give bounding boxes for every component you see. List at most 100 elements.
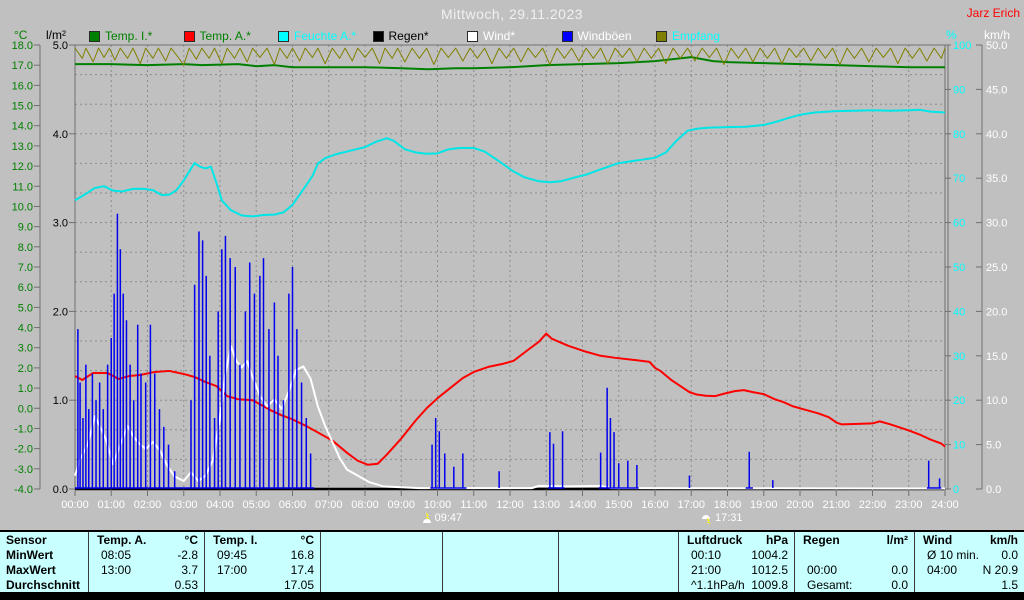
temp-axis-tick-label: 5.0 (18, 302, 33, 314)
legend-label: Feuchte A.* (294, 29, 356, 43)
temp-axis-tick-label: 4.0 (18, 323, 33, 335)
legend-swatch (373, 31, 384, 42)
stats-row-labels: SensorMinWertMaxWertDurchschnitt (0, 532, 88, 594)
sunrise-time: 09:47 (435, 512, 463, 524)
stats-row-label: MinWert (0, 548, 88, 563)
stats-sensor-unit: °C (185, 533, 198, 548)
weather-plot: -4.0-3.0-2.0-1.00.01.02.03.04.05.06.07.0… (0, 28, 1024, 510)
stats-sensor-unit: °C (301, 533, 314, 548)
stats-column-regen: Regenl/m²00:000.0Gesamt:0.0 (794, 532, 914, 594)
temp-axis-tick-label: 13.0 (12, 141, 33, 153)
stats-sensor-unit: l/m² (887, 533, 908, 548)
stat-time: 04:00 (927, 563, 957, 578)
stat-time: 17:00 (217, 563, 247, 578)
sunset-icon (701, 512, 713, 524)
stats-row-label: Durchschnitt (0, 578, 88, 593)
stat-time: Gesamt: (807, 578, 852, 593)
sunset-time: 17:31 (715, 512, 743, 524)
wind-axis-tick-label: 30.0 (986, 218, 1007, 230)
x-axis-label: 21:00 (822, 499, 850, 510)
stats-value-row: Gesamt:0.0 (795, 578, 914, 593)
stat-value: 0.0 (891, 563, 908, 578)
stats-column-wind: Windkm/hØ 10 min.0.004:00N 20.91.5 (914, 532, 1024, 594)
stat-time: 21:00 (691, 563, 721, 578)
stats-value-row (443, 578, 558, 593)
temp-axis-tick-label: 11.0 (12, 181, 33, 193)
stat-value: 17.4 (291, 563, 314, 578)
sunrise-marker: 09:47 (421, 512, 463, 524)
x-axis-label: 07:00 (315, 499, 343, 510)
legend-item-2: Temp. A.* (184, 29, 251, 43)
stats-column-header: Regenl/m² (795, 533, 914, 548)
temp-axis-tick-label: 0.0 (18, 403, 33, 415)
stat-time: 13:00 (101, 563, 131, 578)
humidity-axis-tick-label: 90 (953, 84, 965, 96)
stats-column-header (321, 533, 442, 548)
stats-sensor-name: Luftdruck (687, 533, 742, 548)
stats-column-empty (442, 532, 558, 594)
stats-column-header (443, 533, 558, 548)
humidity-axis-tick-label: 30 (953, 351, 965, 363)
wind-axis-tick-label: 35.0 (986, 173, 1007, 185)
stat-value: 3.7 (181, 563, 198, 578)
stats-value-row: ^1.1hPa/h1009.8 (679, 578, 794, 593)
stats-value-row: 00:101004.2 (679, 548, 794, 563)
stat-value: 0.0 (1001, 548, 1018, 563)
stats-value-row (559, 548, 678, 563)
legend-item-4: Regen* (373, 29, 429, 43)
x-axis-label: 16:00 (641, 499, 669, 510)
stats-value-row: 09:4516.8 (205, 548, 320, 563)
stats-value-row (795, 548, 914, 563)
legend-label: Empfang (672, 29, 720, 43)
station-owner: Jarz Erich (967, 6, 1020, 20)
legend-item-6: Windböen (562, 29, 632, 43)
stat-value: 1009.8 (751, 578, 788, 593)
chart-legend: Temp. I.*Temp. A.*Feuchte A.*Regen*Wind*… (0, 29, 1024, 43)
stats-value-row: 21:001012.5 (679, 563, 794, 578)
legend-item-7: Empfang (656, 29, 720, 43)
stats-value-row (443, 548, 558, 563)
humidity-axis-tick-label: 70 (953, 173, 965, 185)
stats-value-row: 13:00 3.7 (89, 563, 204, 578)
legend-swatch (467, 31, 478, 42)
x-axis-label: 06:00 (279, 499, 307, 510)
x-axis-label: 12:00 (496, 499, 524, 510)
stats-value-row (321, 548, 442, 563)
page-title: Mittwoch, 29.11.2023 (0, 6, 1024, 22)
stat-value: 17.05 (284, 578, 314, 593)
stats-value-row (321, 563, 442, 578)
temp-axis-tick-label: 15.0 (12, 101, 33, 113)
stat-value: 1004.2 (751, 548, 788, 563)
temp-axis-tick-label: 3.0 (18, 343, 33, 355)
temp-axis-tick-label: 9.0 (18, 222, 33, 234)
legend-item-3: Feuchte A.* (278, 29, 356, 43)
series-windgusts (75, 214, 941, 488)
legend-label: Temp. A.* (200, 29, 251, 43)
wind-axis-tick-label: 20.0 (986, 306, 1007, 318)
wind-axis-tick-label: 45.0 (986, 84, 1007, 96)
legend-item-5: Wind* (467, 29, 515, 43)
wind-axis-tick-label: 25.0 (986, 262, 1007, 274)
legend-swatch (562, 31, 573, 42)
stat-value: -2.8 (177, 548, 198, 563)
rain-axis-tick-label: 0.0 (53, 484, 68, 496)
temp-axis-tick-label: 12.0 (12, 161, 33, 173)
temp-axis-tick-label: -1.0 (14, 423, 33, 435)
stats-column-tempa: Temp. A.°C08:05-2.813:003.70.53 (88, 532, 204, 594)
temp-axis-tick-label: 16.0 (12, 80, 33, 92)
stats-value-row (321, 578, 442, 593)
stats-value-row: 17.05 (205, 578, 320, 593)
humidity-axis-tick-label: 20 (953, 395, 965, 407)
x-axis-label: 22:00 (859, 499, 887, 510)
x-axis-label: 09:00 (387, 499, 415, 510)
stats-value-row: 04:00N 20.9 (915, 563, 1024, 578)
temp-axis-tick-label: -3.0 (14, 464, 33, 476)
stats-value-row: 17:00 17.4 (205, 563, 320, 578)
stats-row-label: Sensor (0, 533, 88, 548)
stats-value-row: Ø 10 min.0.0 (915, 548, 1024, 563)
wind-axis-tick-label: 40.0 (986, 129, 1007, 141)
stats-sensor-name: Temp. I. (213, 533, 257, 548)
legend-swatch (656, 31, 667, 42)
humidity-axis-tick-label: 80 (953, 129, 965, 141)
rain-axis-tick-label: 4.0 (53, 129, 68, 141)
